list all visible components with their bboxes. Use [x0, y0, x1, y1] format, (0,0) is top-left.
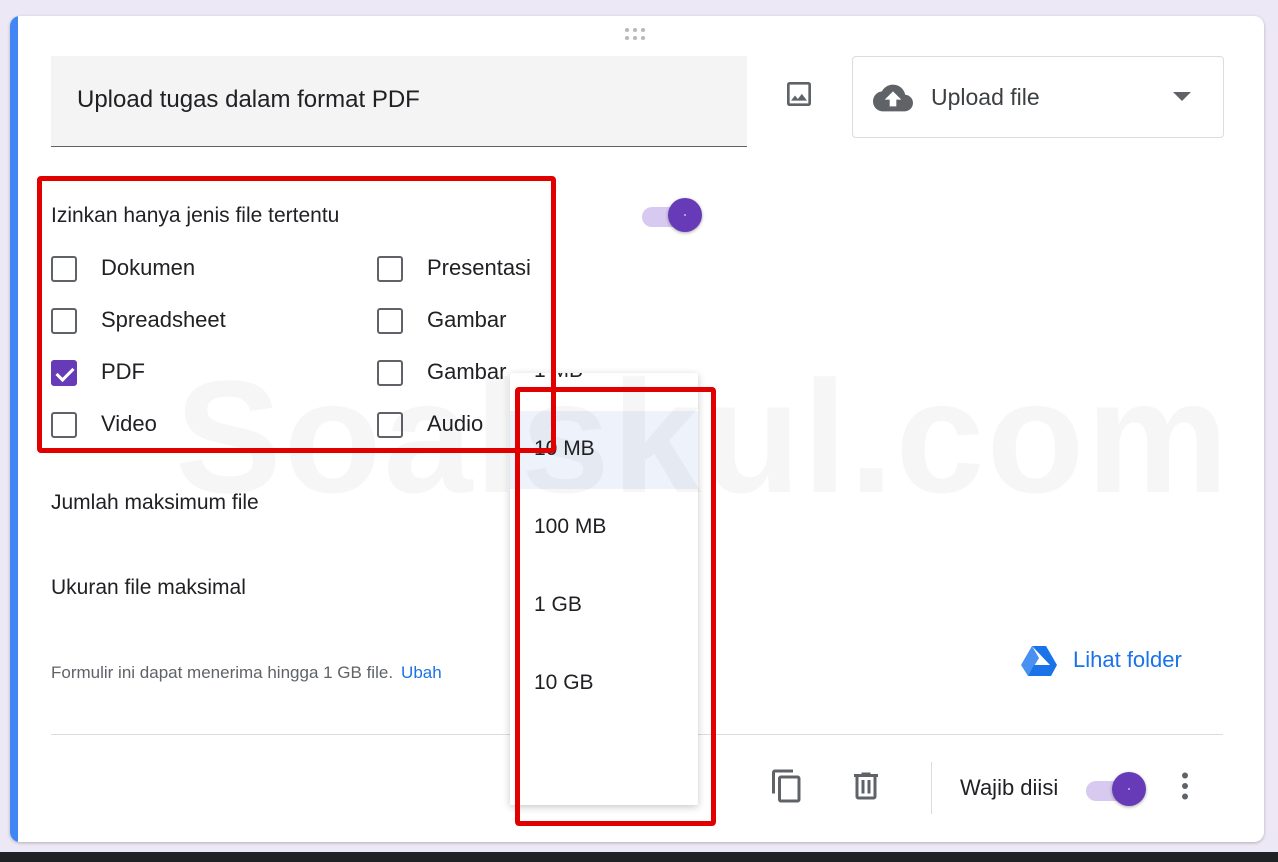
change-limit-link[interactable]: Ubah	[401, 663, 442, 682]
file-size-option-label: 10 MB	[534, 437, 595, 460]
file-size-option[interactable]: 1 GB	[510, 567, 698, 645]
file-size-option-label: 10 GB	[534, 671, 594, 694]
checkbox[interactable]	[51, 360, 77, 386]
file-type-label: Spreadsheet	[101, 307, 226, 332]
file-type-label: Dokumen	[101, 255, 196, 280]
bottom-strip	[0, 852, 1278, 862]
duplicate-icon[interactable]	[769, 768, 805, 804]
checkbox[interactable]	[377, 256, 403, 282]
file-type-label: Gambar	[427, 359, 507, 384]
checkbox[interactable]	[377, 412, 403, 438]
google-drive-icon	[1020, 645, 1058, 682]
required-toggle[interactable]	[1086, 772, 1146, 808]
file-size-option[interactable]: 1 MB	[510, 373, 698, 411]
file-size-option-label: 100 MB	[534, 515, 607, 538]
chevron-down-icon	[1173, 92, 1191, 101]
checkbox[interactable]	[51, 308, 77, 334]
file-size-option-label: 1 GB	[534, 593, 582, 616]
question-title-text[interactable]: Upload tugas dalam format PDF	[77, 86, 420, 114]
checkbox[interactable]	[51, 412, 77, 438]
checkbox[interactable]	[377, 308, 403, 334]
file-size-option[interactable]: 10 GB	[510, 645, 698, 723]
file-size-menu: 1 MB 10 MB 100 MB 1 GB 10 GB	[510, 373, 698, 805]
file-type-label: Presentasi	[427, 255, 531, 280]
question-title-field[interactable]: Upload tugas dalam format PDF	[51, 56, 747, 147]
question-type-select[interactable]: Upload file	[852, 56, 1224, 138]
max-files-label: Jumlah maksimum file	[51, 491, 259, 514]
file-size-option[interactable]: 10 MB	[510, 411, 698, 489]
file-size-option-label: 1 MB	[534, 373, 583, 383]
file-size-option[interactable]: 100 MB	[510, 489, 698, 567]
file-type-label: PDF	[101, 359, 145, 384]
required-label: Wajib diisi	[960, 775, 1059, 800]
add-image-icon[interactable]	[783, 78, 815, 110]
file-type-toggle-label: Izinkan hanya jenis file tertentu	[51, 204, 340, 227]
cloud-upload-icon	[873, 81, 913, 120]
checkbox[interactable]	[51, 256, 77, 282]
drag-handle-icon[interactable]	[625, 28, 653, 42]
card-accent-bar	[10, 16, 18, 842]
checkbox[interactable]	[377, 360, 403, 386]
size-limit-helper: Formulir ini dapat menerima hingga 1 GB …	[51, 663, 442, 683]
footer-vertical-divider	[931, 762, 932, 814]
max-size-label: Ukuran file maksimal	[51, 576, 246, 599]
question-type-label: Upload file	[931, 84, 1040, 110]
delete-icon[interactable]	[848, 768, 884, 804]
file-type-label: Gambar	[427, 307, 507, 332]
size-limit-text: Formulir ini dapat menerima hingga 1 GB …	[51, 663, 394, 682]
file-type-label: Audio	[427, 411, 484, 436]
file-type-toggle[interactable]	[642, 198, 702, 234]
more-options-icon[interactable]	[1167, 768, 1203, 804]
view-folder-text: Lihat folder	[1073, 647, 1182, 672]
file-type-label: Video	[101, 411, 157, 436]
